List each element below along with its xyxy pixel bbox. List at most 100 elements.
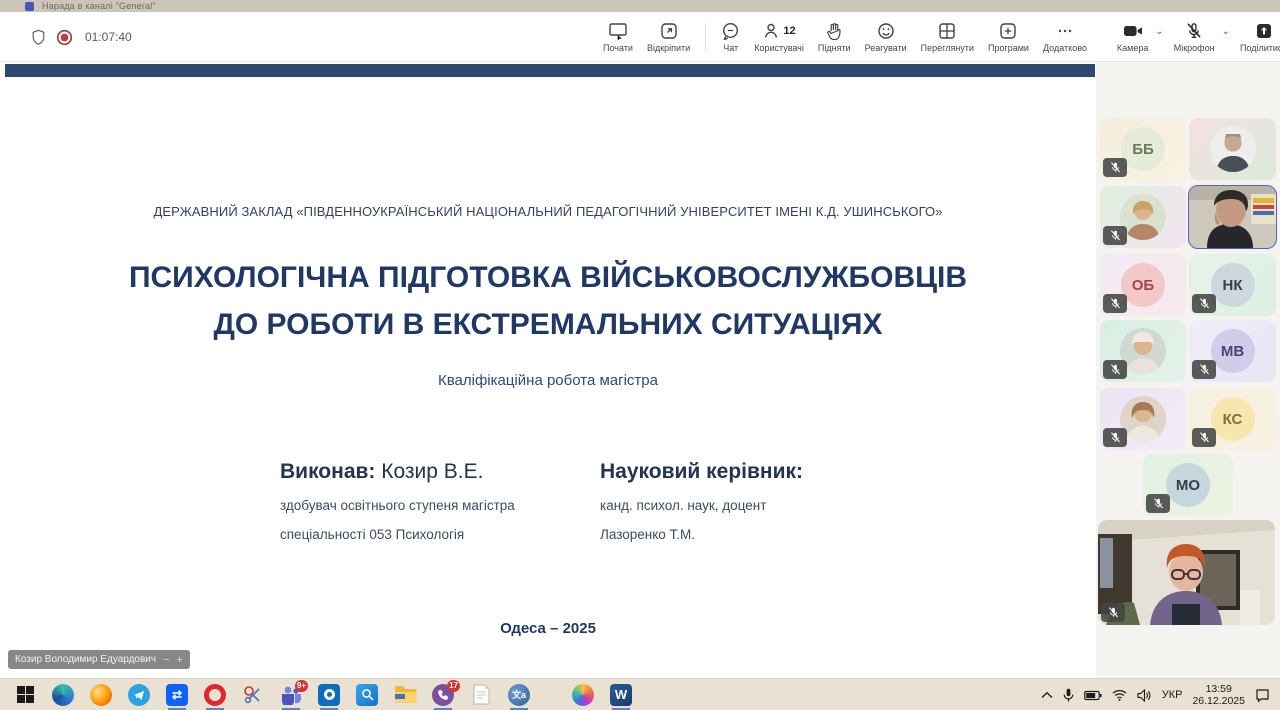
taskbar-firefox[interactable] [88, 680, 114, 710]
author-degree-line: здобувач освітнього ступеня магістра [280, 498, 515, 513]
taskbar-file-explorer[interactable] [392, 680, 418, 710]
camera-chevron-down-icon[interactable]: ⌄ [1155, 26, 1166, 49]
advisor-title-line: канд. психол. наук, доцент [600, 498, 803, 513]
camera-button[interactable]: Камера [1110, 12, 1155, 62]
gallery-view-icon [938, 22, 956, 40]
taskbar-translator[interactable]: 文a [506, 680, 532, 710]
toolbar-divider [705, 23, 706, 51]
people-icon [762, 22, 780, 40]
taskbar-teams[interactable]: 9+ [278, 680, 304, 710]
share-screen-start-button[interactable]: Почати [596, 12, 640, 62]
participant-tile-nk[interactable]: НК [1189, 254, 1276, 316]
unpin-button[interactable]: Відкріпити [640, 12, 697, 62]
zoom-out-button[interactable]: − [163, 654, 169, 666]
meeting-timer: 01:07:40 [85, 30, 132, 44]
apps-plus-icon [999, 22, 1017, 40]
shield-icon [30, 29, 47, 46]
shared-screen-area: ДЕРЖАВНИЙ ЗАКЛАД «ПІВДЕННОУКРАЇНСЬКИЙ НА… [0, 62, 1096, 678]
slide-title: ПСИХОЛОГІЧНА ПІДГОТОВКА ВІЙСЬКОВОСЛУЖБОВ… [0, 254, 1096, 348]
tray-chevron-up-icon[interactable] [1041, 691, 1053, 699]
edge-icon [52, 684, 74, 706]
viber-badge: 17 [447, 680, 460, 692]
taskbar-teamviewer[interactable]: ⇄ [164, 680, 190, 710]
tray-clock[interactable]: 13:59 26.12.2025 [1192, 683, 1245, 707]
participant-tile-mo[interactable]: МО [1143, 454, 1233, 516]
share-screen-filled-icon [1255, 22, 1273, 40]
mic-muted-badge [1192, 294, 1216, 313]
apps-button[interactable]: Програми [981, 12, 1036, 62]
notification-center-icon[interactable] [1255, 688, 1270, 703]
slide-institution-line: ДЕРЖАВНИЙ ЗАКЛАД «ПІВДЕННОУКРАЇНСЬКИЙ НА… [0, 204, 1096, 219]
presenter-name-tag: Козир Володимир Едуардович − + [8, 650, 190, 669]
participant-tile-ob[interactable]: ОБ [1100, 254, 1186, 316]
taskbar-snipping-tool[interactable] [240, 680, 266, 710]
slide-title-line1: ПСИХОЛОГІЧНА ПІДГОТОВКА ВІЙСЬКОВОСЛУЖБОВ… [0, 254, 1096, 301]
slide-author-block: Виконав: Козир В.Е. здобувач освітнього … [280, 460, 515, 542]
mic-muted-icon [1185, 22, 1203, 40]
taskbar-word[interactable]: W [608, 680, 634, 710]
zoom-in-button[interactable]: + [177, 654, 183, 666]
view-button[interactable]: Переглянути [914, 12, 981, 62]
ellipsis-icon [1056, 22, 1074, 40]
slide-city-year: Одеса – 2025 [0, 620, 1096, 637]
taskbar-opera[interactable] [202, 680, 228, 710]
participant-tile-bb[interactable]: ББ [1100, 118, 1186, 180]
more-button[interactable]: Додатково [1036, 12, 1094, 62]
taskbar-outlook[interactable] [316, 680, 342, 710]
taskbar-viber[interactable]: 17 [430, 680, 456, 710]
participant-initials: ББ [1132, 141, 1154, 158]
participant-tile-active-speaker-video[interactable] [1189, 186, 1276, 248]
react-button[interactable]: Реагувати [858, 12, 914, 62]
mic-muted-badge [1103, 226, 1127, 245]
mic-muted-badge [1192, 360, 1216, 379]
mic-muted-badge [1101, 603, 1125, 622]
translator-icon: 文a [508, 684, 530, 706]
tray-time: 13:59 [1192, 683, 1245, 695]
participant-tile-mv[interactable]: МВ [1189, 320, 1276, 382]
participant-initials: ОБ [1132, 277, 1154, 294]
scissors-icon [243, 685, 263, 705]
microphone-button[interactable]: Мікрофон [1167, 12, 1222, 62]
participant-tile-avatar-woman1[interactable] [1100, 186, 1186, 248]
chat-button[interactable]: Чат [714, 12, 747, 62]
recording-indicator-icon [56, 29, 73, 46]
unpin-icon [660, 22, 678, 40]
tray-volume-icon[interactable] [1137, 689, 1152, 702]
taskbar-notepad[interactable] [468, 680, 494, 710]
opera-icon [204, 684, 226, 706]
mic-muted-badge [1103, 428, 1127, 447]
advisor-label: Науковий керівник: [600, 460, 803, 483]
mic-muted-badge [1146, 494, 1170, 513]
participant-tile-avatar-woman2[interactable] [1100, 320, 1186, 382]
taskbar-copilot[interactable] [570, 680, 596, 710]
mic-muted-badge [1103, 294, 1127, 313]
tray-battery-icon[interactable] [1084, 690, 1102, 701]
participant-tile-video-woman[interactable] [1098, 520, 1275, 625]
advisor-name-line: Лазоренко Т.М. [600, 527, 803, 542]
slide-advisor-block: Науковий керівник: канд. психол. наук, д… [600, 460, 803, 542]
taskbar-edge[interactable] [50, 680, 76, 710]
tray-wifi-icon[interactable] [1112, 689, 1127, 701]
window-title: Нарада в каналі "General" [42, 1, 156, 11]
folder-icon [394, 685, 417, 704]
participant-tile-avatar-woman3[interactable] [1100, 388, 1186, 450]
participant-tile-ks[interactable]: КС [1189, 388, 1276, 450]
teamviewer-icon: ⇄ [166, 684, 188, 706]
outlook-icon [318, 684, 340, 706]
window-titlebar: Нарада в каналі "General" [0, 0, 1280, 12]
participant-tile-avatar-man[interactable] [1189, 118, 1276, 180]
avatar-photo [1210, 126, 1256, 172]
start-button[interactable] [12, 680, 38, 710]
microphone-chevron-down-icon[interactable]: ⌄ [1222, 26, 1233, 49]
author-specialty-line: спеціальності 053 Психологія [280, 527, 515, 542]
video-feed [1189, 186, 1276, 248]
share-button[interactable]: Поділитися [1233, 12, 1280, 62]
taskbar-telegram[interactable] [126, 680, 152, 710]
language-indicator[interactable]: УКР [1162, 689, 1183, 701]
taskbar-search-app[interactable] [354, 680, 380, 710]
raise-hand-button[interactable]: Підняти [811, 12, 858, 62]
participants-button[interactable]: 12 Користувачі [747, 12, 811, 62]
tray-microphone-icon[interactable] [1063, 688, 1074, 703]
mic-muted-badge [1103, 360, 1127, 379]
mic-muted-badge [1192, 428, 1216, 447]
